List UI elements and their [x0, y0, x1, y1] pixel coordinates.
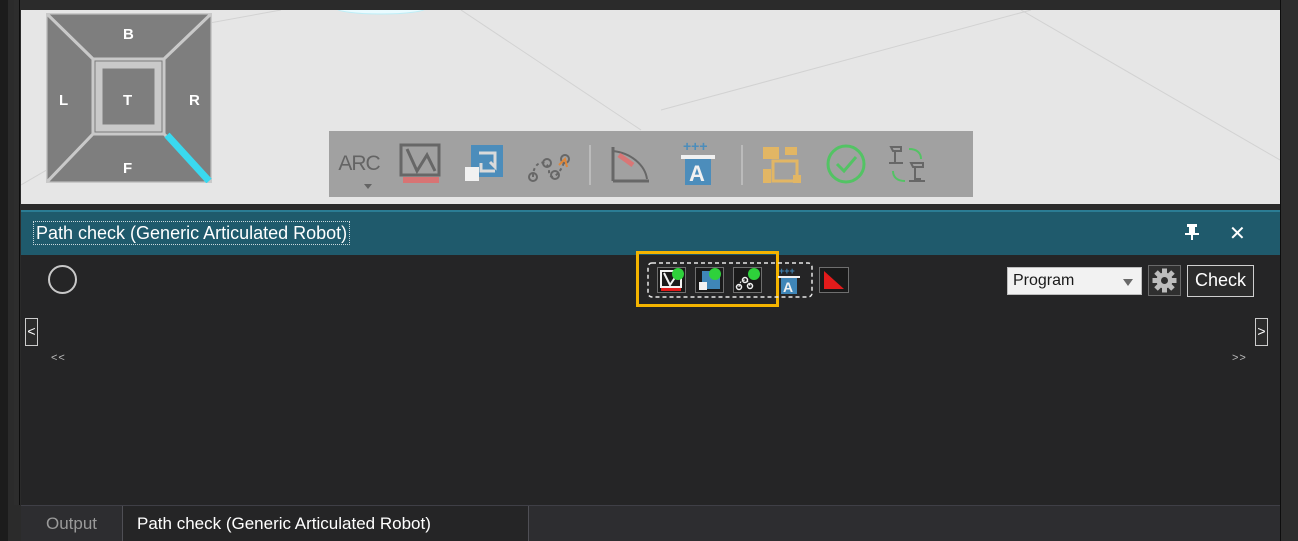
panel-title: Path check (Generic Articulated Robot) [33, 221, 351, 245]
text-add-button[interactable]: +++ A [669, 131, 727, 197]
scroll-right-button[interactable]: > [1255, 318, 1268, 346]
robot-swap-button[interactable] [879, 131, 937, 197]
robot-swap-icon [889, 146, 925, 182]
tab-path-check[interactable]: Path check (Generic Articulated Robot) [122, 506, 529, 541]
project-curve-status-icon [660, 268, 684, 291]
app-window: B L T R F ARC +++ A Path check (Generic … [0, 0, 1298, 541]
replace-check-button[interactable] [695, 267, 724, 293]
chevron-right-icon: > [1257, 323, 1266, 339]
replace-button[interactable] [455, 131, 513, 197]
angle-check-button[interactable] [819, 267, 849, 293]
pin-icon [1185, 224, 1199, 240]
svg-text:+++: +++ [683, 139, 708, 154]
svg-text:A: A [689, 161, 705, 186]
frame-select-icon [763, 147, 801, 183]
svg-text:+++: +++ [779, 266, 795, 276]
status-indicator [48, 265, 77, 294]
mode-select-value: Program [1013, 272, 1075, 289]
toolbar-separator [589, 145, 591, 185]
splitter-left [14, 0, 20, 505]
path-points-button[interactable] [519, 131, 577, 197]
chevron-left-icon: < [27, 323, 36, 339]
view-cube-label-top: T [123, 92, 132, 109]
3d-viewport[interactable]: B L T R F ARC +++ A [21, 10, 1280, 204]
mode-select[interactable]: Program [1007, 267, 1142, 295]
close-icon: ✕ [1229, 223, 1246, 245]
project-curve-icon [399, 143, 441, 183]
arc-button[interactable]: ARC [337, 131, 381, 197]
floating-toolbar: ARC +++ A [329, 131, 973, 197]
path-check-tools: +++ A [647, 262, 871, 298]
angle-button[interactable] [601, 131, 659, 197]
close-button[interactable]: ✕ [1229, 223, 1246, 245]
chevron-down-icon [364, 184, 372, 189]
text-add-check-button[interactable]: +++ A [775, 265, 803, 295]
text-add-icon: +++ A [681, 139, 715, 186]
bottom-tab-bar: Output Path check (Generic Articulated R… [21, 505, 1280, 541]
gear-icon [1152, 268, 1177, 293]
check-ok-button[interactable] [817, 131, 875, 197]
chevron-down-icon [1123, 279, 1133, 286]
nav-prev-button[interactable]: << [51, 352, 66, 364]
pin-button[interactable] [1185, 223, 1199, 246]
path-points-status-icon [735, 268, 760, 291]
view-cube-label-back: B [123, 26, 134, 43]
path-check-panel: Path check (Generic Articulated Robot) ✕… [21, 210, 1280, 505]
replace-icon [465, 145, 503, 181]
path-points-check-button[interactable] [733, 267, 762, 293]
project-check-button[interactable] [657, 267, 686, 293]
check-ok-icon [826, 144, 866, 184]
view-cube-label-front: F [123, 160, 132, 177]
scroll-left-button[interactable]: < [25, 318, 38, 346]
check-button[interactable]: Check [1187, 265, 1254, 297]
nav-next-button[interactable]: >> [1232, 352, 1247, 364]
frame-select-button[interactable] [753, 131, 811, 197]
path-points-icon [528, 154, 570, 182]
window-frame-left [0, 0, 8, 541]
panel-body: < > << >> +++ A Program Check [21, 251, 1280, 505]
arc-label: ARC [338, 152, 380, 175]
angle-status-icon [824, 271, 844, 289]
angle-icon [611, 147, 649, 183]
replace-status-icon [699, 268, 721, 290]
settings-button[interactable] [1148, 265, 1181, 296]
view-cube-label-left: L [59, 92, 68, 109]
svg-text:A: A [783, 279, 793, 295]
toolbar-separator [741, 145, 743, 185]
panel-header: Path check (Generic Articulated Robot) ✕ [21, 210, 1280, 255]
view-cube-label-right: R [189, 92, 200, 109]
text-add-small-icon: +++ A [778, 266, 800, 295]
view-cube[interactable]: B L T R F [46, 13, 212, 183]
tab-output[interactable]: Output [21, 506, 122, 541]
project-curve-button[interactable] [391, 131, 449, 197]
scrollbar-right[interactable] [1280, 0, 1298, 541]
